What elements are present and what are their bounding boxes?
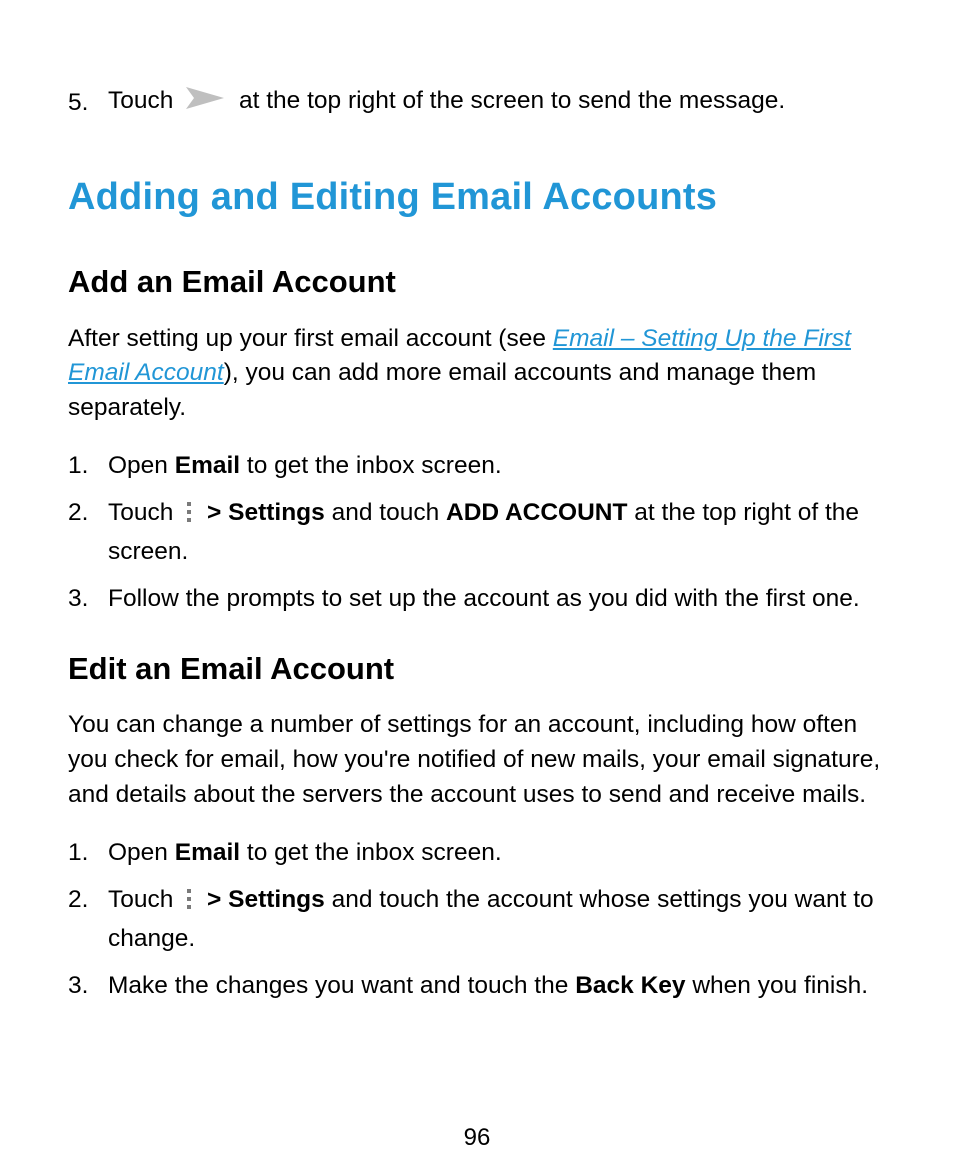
- heading-adding-editing: Adding and Editing Email Accounts: [68, 171, 886, 224]
- list-number: 3.: [68, 581, 88, 617]
- overflow-menu-icon: [182, 885, 196, 921]
- list-number: 3.: [68, 968, 88, 1004]
- list-item: 2. Touch > Settings and touch ADD ACCOUN…: [68, 495, 886, 569]
- add-steps: 1. Open Email to get the inbox screen. 2…: [68, 448, 886, 617]
- send-icon: [184, 85, 226, 123]
- text: when you finish.: [686, 972, 869, 999]
- text: at the top right of the screen to send t…: [232, 87, 785, 114]
- overflow-menu-icon: [182, 498, 196, 534]
- list-number: 2.: [68, 495, 88, 531]
- text: Open: [108, 452, 175, 479]
- text: Follow the prompts to set up the account…: [108, 585, 860, 612]
- add-intro: After setting up your first email accoun…: [68, 322, 886, 426]
- edit-intro: You can change a number of settings for …: [68, 708, 886, 812]
- list-number: 1.: [68, 835, 88, 871]
- list-item: 3. Follow the prompts to set up the acco…: [68, 581, 886, 617]
- list-item: 1. Open Email to get the inbox screen.: [68, 448, 886, 484]
- bold: Back Key: [575, 972, 685, 999]
- text: Touch: [108, 886, 180, 913]
- list-number: 2.: [68, 882, 88, 918]
- bold: Email: [175, 839, 240, 866]
- bold: > Settings: [207, 499, 325, 526]
- list-item: 3. Make the changes you want and touch t…: [68, 968, 886, 1004]
- list-number: 1.: [68, 448, 88, 484]
- heading-edit-account: Edit an Email Account: [68, 647, 886, 690]
- text: [200, 499, 207, 526]
- heading-add-account: Add an Email Account: [68, 260, 886, 303]
- list-item: 2. Touch > Settings and touch the accoun…: [68, 882, 886, 956]
- text: Make the changes you want and touch the: [108, 972, 575, 999]
- text: Touch: [108, 499, 180, 526]
- text: to get the inbox screen.: [240, 839, 502, 866]
- text: After setting up your first email accoun…: [68, 325, 553, 352]
- list-item: 1. Open Email to get the inbox screen.: [68, 835, 886, 871]
- page-number: 96: [0, 1124, 954, 1152]
- edit-steps: 1. Open Email to get the inbox screen. 2…: [68, 835, 886, 1004]
- text: Touch: [108, 87, 173, 114]
- text: and touch: [325, 499, 446, 526]
- send-step: 5. Touch at the top right of the screen …: [68, 82, 886, 123]
- bold: ADD ACCOUNT: [446, 499, 627, 526]
- text: to get the inbox screen.: [240, 452, 502, 479]
- bold: > Settings: [207, 886, 325, 913]
- bold: Email: [175, 452, 240, 479]
- text: [200, 886, 207, 913]
- list-number: 5.: [68, 84, 88, 122]
- text: Open: [108, 839, 175, 866]
